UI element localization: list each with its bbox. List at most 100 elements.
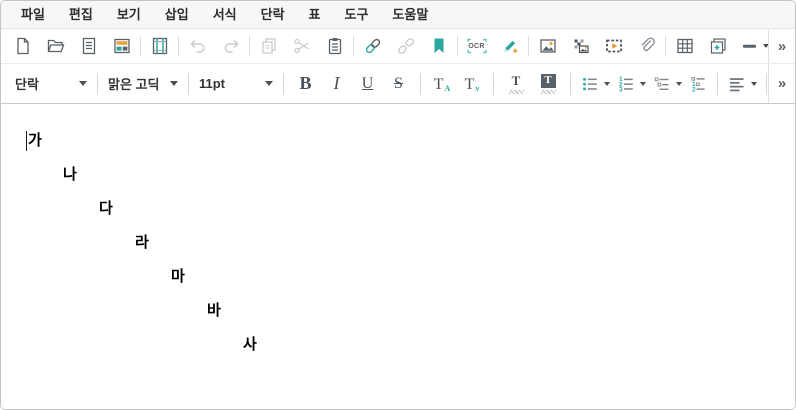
toolbar-overflow-button[interactable]: » <box>768 29 795 63</box>
menu-tools[interactable]: 도구 <box>333 1 381 28</box>
font-size-up-button[interactable]: T A <box>427 69 457 99</box>
ocr-button[interactable]: OCR <box>460 32 493 60</box>
bold-button[interactable]: B <box>290 69 321 99</box>
image-effect-button[interactable] <box>564 32 597 60</box>
paste-icon <box>325 36 345 56</box>
font-size-down-button[interactable]: T v <box>457 69 487 99</box>
toolbar-separator <box>570 73 571 95</box>
insert-video-button[interactable] <box>597 32 630 60</box>
editor-line-text: 가 <box>28 132 42 149</box>
editor-line[interactable]: 가 <box>27 124 775 158</box>
menu-help[interactable]: 도움말 <box>380 1 440 28</box>
chevron-down-icon <box>751 82 757 86</box>
toolbar-separator <box>283 73 284 95</box>
toolbar-separator <box>178 36 179 56</box>
bullet-list-button[interactable] <box>577 69 613 99</box>
toolbar-overflow-button[interactable]: » <box>768 64 795 103</box>
menu-table[interactable]: 표 <box>297 1 333 28</box>
cut-button[interactable] <box>285 32 318 60</box>
editor-line-text: 다 <box>99 200 113 217</box>
ai-edit-button[interactable] <box>493 32 526 60</box>
table-icon <box>675 36 695 56</box>
font-size-value: 11pt <box>199 76 225 91</box>
editor-line[interactable]: 다 <box>99 192 775 226</box>
editor-line[interactable]: 사 <box>243 328 775 362</box>
open-folder-icon <box>46 36 66 56</box>
highlight-color-button[interactable]: T <box>532 69 564 99</box>
editor-content[interactable]: 가나다라마바사 <box>1 104 795 409</box>
editor-line[interactable]: 나 <box>63 158 775 192</box>
numbered-list-button[interactable]: 123 <box>613 69 649 99</box>
editor-line[interactable]: 바 <box>207 294 775 328</box>
menu-edit[interactable]: 편집 <box>57 1 105 28</box>
insert-link-button[interactable] <box>356 32 389 60</box>
alignment-button[interactable] <box>724 69 760 99</box>
insert-frame-button[interactable] <box>701 32 734 60</box>
editor-line-text: 마 <box>171 268 185 285</box>
menu-view[interactable]: 보기 <box>105 1 153 28</box>
editor-line-text: 라 <box>135 234 149 251</box>
font-size-down-icon: T <box>465 77 475 93</box>
ocr-label: OCR <box>465 36 489 56</box>
toolbar-separator <box>188 73 189 95</box>
primary-toolbar: OCR <box>1 29 795 64</box>
paperclip-icon <box>637 36 657 56</box>
underline-button[interactable]: U <box>352 69 383 99</box>
align-left-icon <box>727 74 747 94</box>
multilevel-list-button[interactable] <box>649 69 685 99</box>
open-folder-button[interactable] <box>39 32 72 60</box>
menu-format[interactable]: 서식 <box>201 1 249 28</box>
text-color-swatch <box>509 90 524 94</box>
outline-numbering-button[interactable]: 12 <box>685 69 711 99</box>
toolbar-separator <box>249 36 250 56</box>
menu-file[interactable]: 파일 <box>9 1 57 28</box>
chevron-down-icon <box>265 81 273 86</box>
insert-image-button[interactable] <box>531 32 564 60</box>
page-frame-button[interactable] <box>143 32 176 60</box>
chevron-down-icon <box>170 81 178 86</box>
link-icon <box>363 36 383 56</box>
text-cursor <box>26 131 27 151</box>
svg-text:2: 2 <box>692 86 696 93</box>
menu-paragraph[interactable]: 단락 <box>249 1 297 28</box>
unlink-icon <box>396 36 416 56</box>
template-icon <box>112 36 132 56</box>
highlight-color-icon: T <box>541 74 556 88</box>
italic-button[interactable]: I <box>321 69 352 99</box>
undo-icon <box>188 36 208 56</box>
attach-file-button[interactable] <box>630 32 663 60</box>
toolbar-separator <box>457 36 458 56</box>
print-document-button[interactable] <box>72 32 105 60</box>
paragraph-style-select[interactable]: 단락 <box>11 71 91 97</box>
paste-button[interactable] <box>318 32 351 60</box>
highlight-color-swatch <box>541 90 556 94</box>
editor-line[interactable]: 마 <box>171 260 775 294</box>
editor-line[interactable]: 라 <box>135 226 775 260</box>
insert-table-button[interactable] <box>668 32 701 60</box>
remove-link-button[interactable] <box>389 32 422 60</box>
paragraph-style-value: 단락 <box>15 74 39 93</box>
font-size-select[interactable]: 11pt <box>195 71 277 97</box>
text-color-button[interactable]: T <box>500 69 532 99</box>
new-document-icon <box>13 36 33 56</box>
font-size-up-icon: T <box>434 77 444 93</box>
toolbar-separator <box>493 73 494 95</box>
strikethrough-button[interactable]: S <box>383 69 414 99</box>
menu-insert[interactable]: 삽입 <box>153 1 201 28</box>
bookmark-icon <box>429 36 449 56</box>
undo-button[interactable] <box>181 32 214 60</box>
new-document-button[interactable] <box>6 32 39 60</box>
template-button[interactable] <box>105 32 138 60</box>
toolbar-separator <box>717 73 718 95</box>
cut-icon <box>292 36 312 56</box>
toolbar-separator <box>353 36 354 56</box>
chevron-down-icon <box>676 82 682 86</box>
page-frame-icon <box>150 36 170 56</box>
copy-button[interactable] <box>252 32 285 60</box>
bookmark-button[interactable] <box>422 32 455 60</box>
redo-button[interactable] <box>214 32 247 60</box>
image-effect-icon <box>571 36 591 56</box>
ocr-icon: OCR <box>465 36 489 56</box>
font-family-select[interactable]: 맑은 고딕 <box>104 71 182 97</box>
horizontal-line-icon <box>741 36 759 56</box>
